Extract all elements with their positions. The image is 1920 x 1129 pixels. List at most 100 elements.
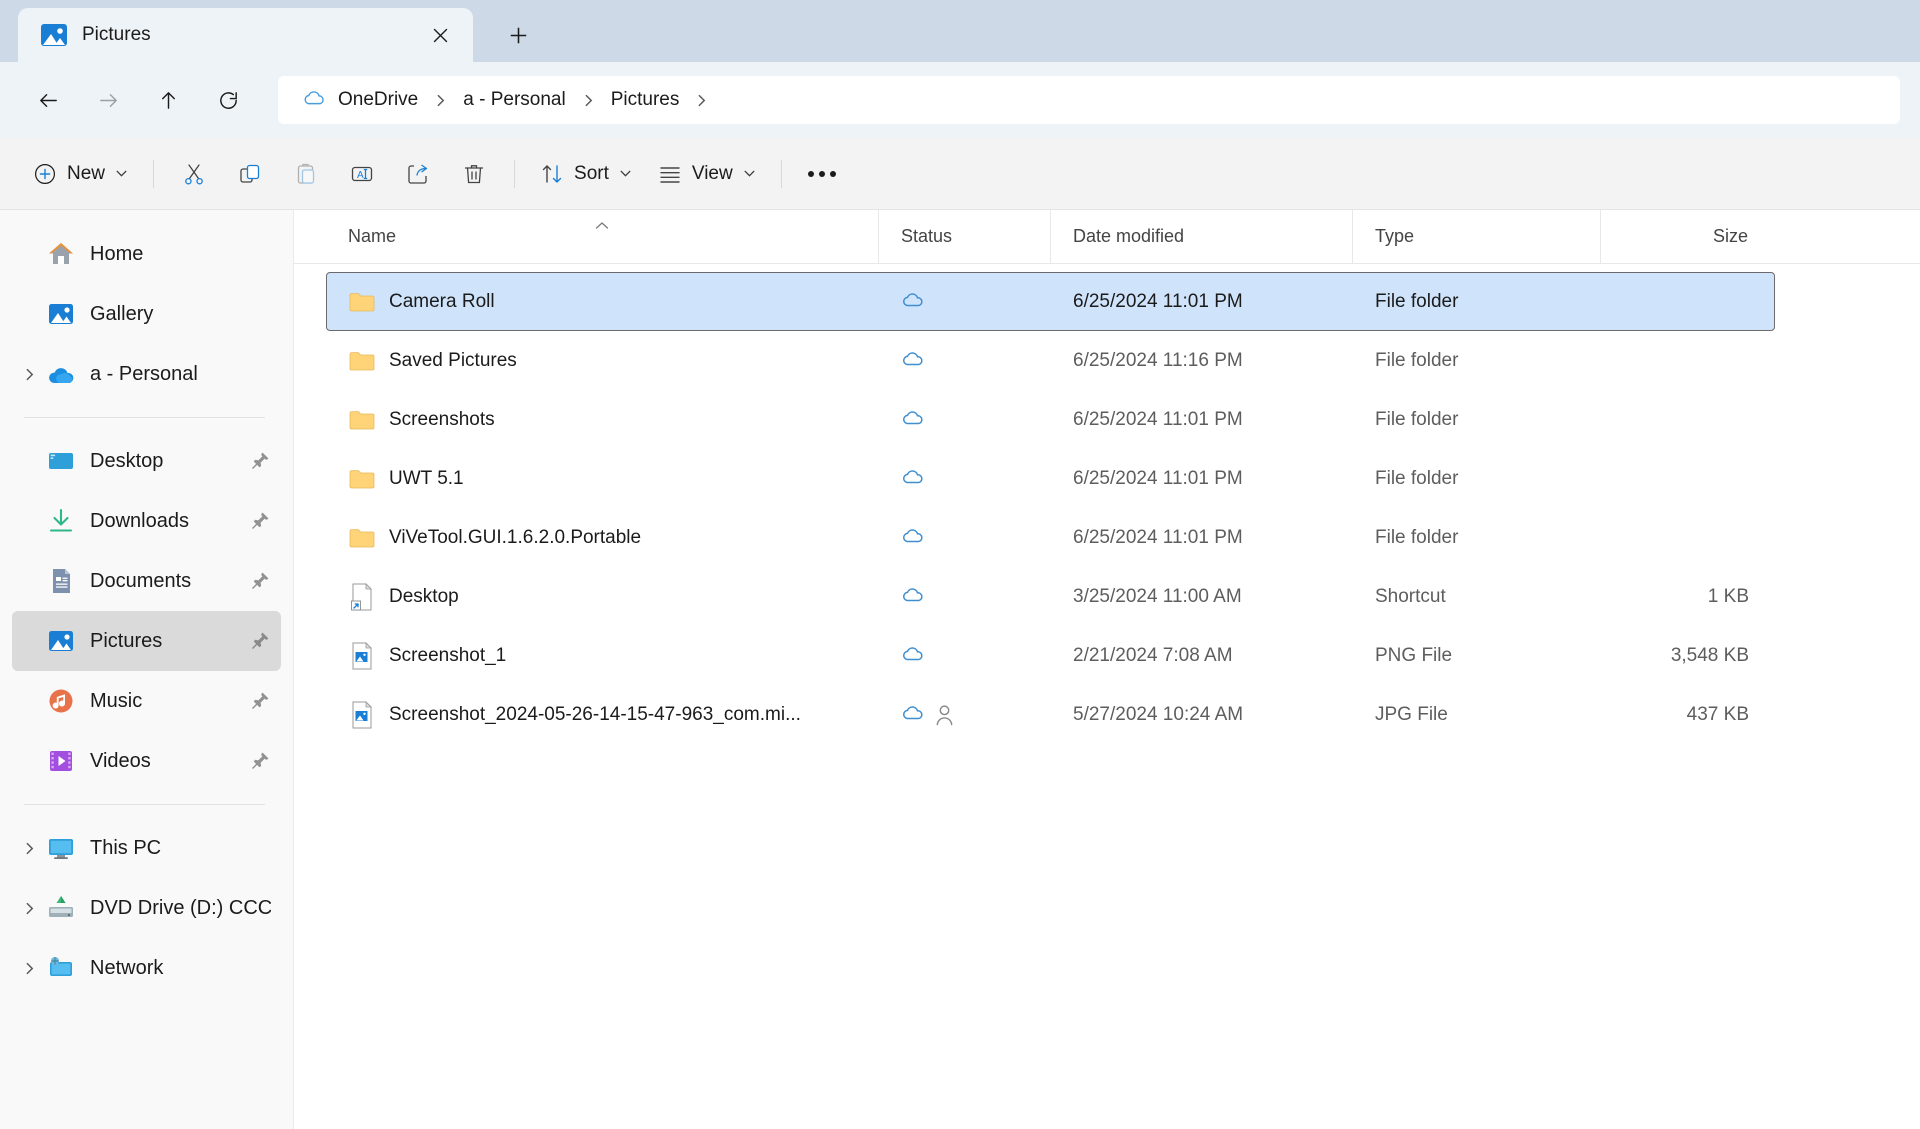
view-button[interactable]: View [645,151,769,197]
file-list-pane: Name Status Date modified Type Size Came… [294,209,1920,1129]
rename-button[interactable]: A [334,151,390,197]
table-row[interactable]: Camera Roll 6/25/2024 11:01 PM File fold… [326,272,1775,331]
sidebar-item-home[interactable]: Home [12,224,281,284]
toolbar-divider [153,159,155,188]
shortcut-icon [349,582,375,612]
delete-button[interactable] [446,151,502,197]
pin-icon[interactable] [249,750,271,772]
sidebar-item-a-personal[interactable]: a - Personal [12,344,281,404]
cloud-icon [901,703,925,727]
cell-status [879,568,1051,625]
tab-pictures[interactable]: Pictures [18,8,473,62]
pin-icon[interactable] [249,510,271,532]
cut-button[interactable] [166,151,222,197]
breadcrumb[interactable]: OneDrive a - Personal Pictures [278,76,1900,124]
sort-button[interactable]: Sort [527,151,645,197]
sidebar-item-this-pc[interactable]: This PC [12,818,281,878]
paste-button[interactable] [278,151,334,197]
copy-button[interactable] [222,151,278,197]
column-header-date-modified[interactable]: Date modified [1050,209,1352,264]
cell-date-modified: 2/21/2024 7:08 AM [1073,644,1233,666]
table-row[interactable]: Saved Pictures 6/25/2024 11:16 PM File f… [326,331,1775,390]
chevron-right-icon[interactable] [12,962,46,975]
image-file-icon [349,700,375,730]
sidebar-item-network[interactable]: Network [12,938,281,998]
chevron-right-icon[interactable] [691,94,712,107]
close-icon[interactable] [421,16,459,54]
chevron-right-icon[interactable] [12,842,46,855]
cell-date-modified: 6/25/2024 11:16 PM [1073,349,1243,371]
cloud-icon [901,349,925,373]
cloud-icon [901,467,925,491]
sidebar-item-desktop[interactable]: Desktop [12,431,281,491]
table-row[interactable]: ViVeTool.GUI.1.6.2.0.Portable 6/25/2024 … [326,508,1775,567]
sidebar-item-label: Desktop [90,449,164,472]
sidebar-item-label: Network [90,956,164,979]
cell-status [879,273,1051,330]
chevron-down-icon [620,170,631,177]
file-name: Screenshots [389,408,495,430]
pin-icon[interactable] [249,630,271,652]
sidebar-item-gallery[interactable]: Gallery [12,284,281,344]
file-name: UWT 5.1 [389,467,464,489]
sidebar-item-dvd-drive[interactable]: DVD Drive (D:) CCC [12,878,281,938]
file-name: Camera Roll [389,290,495,312]
view-button-label: View [691,162,733,184]
breadcrumb-item-a-personal[interactable]: a - Personal [453,84,575,116]
command-toolbar: New A Sort View [0,138,1920,210]
sidebar-item-label: Home [90,242,144,265]
pin-icon[interactable] [249,570,271,592]
cell-name: Camera Roll [327,273,879,330]
cell-size: 437 KB [1686,703,1749,725]
new-button[interactable]: New [20,151,141,197]
breadcrumb-label: Pictures [610,89,680,110]
share-button[interactable] [390,151,446,197]
chevron-right-icon[interactable] [12,902,46,915]
up-arrow-icon[interactable] [144,76,192,124]
ellipsis-icon[interactable] [794,151,850,197]
sidebar-item-label: a - Personal [90,362,198,385]
column-header-label: Status [901,226,953,246]
file-name: Screenshot_2024-05-26-14-15-47-963_com.m… [389,703,801,725]
chevron-right-icon[interactable] [430,94,451,107]
sidebar-item-music[interactable]: Music [12,671,281,731]
cell-date-modified: 3/25/2024 11:00 AM [1073,585,1242,607]
column-header-status[interactable]: Status [878,209,1050,264]
table-row[interactable]: Screenshots 6/25/2024 11:01 PM File fold… [326,390,1775,449]
cell-size [1601,332,1771,389]
column-header-size[interactable]: Size [1600,209,1770,264]
cloud-icon [901,526,925,550]
sidebar-item-label: Music [90,689,143,712]
breadcrumb-item-onedrive[interactable]: OneDrive [292,83,428,118]
sidebar-item-documents[interactable]: Documents [12,551,281,611]
table-row[interactable]: Screenshot_1 2/21/2024 7:08 AM PNG File … [326,626,1775,685]
table-row[interactable]: Desktop 3/25/2024 11:00 AM Shortcut 1 KB [326,567,1775,626]
cell-size: 1 KB [1707,585,1749,607]
back-arrow-icon[interactable] [24,76,72,124]
chevron-right-icon[interactable] [578,94,599,107]
music-icon [46,686,76,716]
breadcrumb-item-pictures[interactable]: Pictures [601,84,690,116]
cell-date-modified: 6/25/2024 11:01 PM [1073,526,1243,548]
cell-status [879,509,1051,566]
cell-size [1601,450,1771,507]
sidebar-item-label: Gallery [90,302,154,325]
table-row[interactable]: UWT 5.1 6/25/2024 11:01 PM File folder [326,449,1775,508]
refresh-icon[interactable] [204,76,252,124]
new-tab-button[interactable] [495,12,541,58]
cell-name: Screenshot_2024-05-26-14-15-47-963_com.m… [327,686,879,743]
sidebar-item-videos[interactable]: Videos [12,731,281,791]
column-header-name[interactable]: Name [326,210,878,264]
explorer-body: Home Gallery a - Personal Desktop Downlo… [0,209,1920,1129]
column-header-type[interactable]: Type [1352,209,1600,264]
pin-icon[interactable] [249,450,271,472]
sidebar-item-pictures[interactable]: Pictures [12,611,281,671]
forward-arrow-icon[interactable] [84,76,132,124]
cell-name: Screenshot_1 [327,627,879,684]
file-explorer-window: Pictures OneDrive a - Personal Pictures … [0,0,1920,1129]
chevron-right-icon[interactable] [12,368,46,381]
pin-icon[interactable] [249,690,271,712]
desktop-icon [46,446,76,476]
sidebar-item-downloads[interactable]: Downloads [12,491,281,551]
table-row[interactable]: Screenshot_2024-05-26-14-15-47-963_com.m… [326,685,1775,744]
